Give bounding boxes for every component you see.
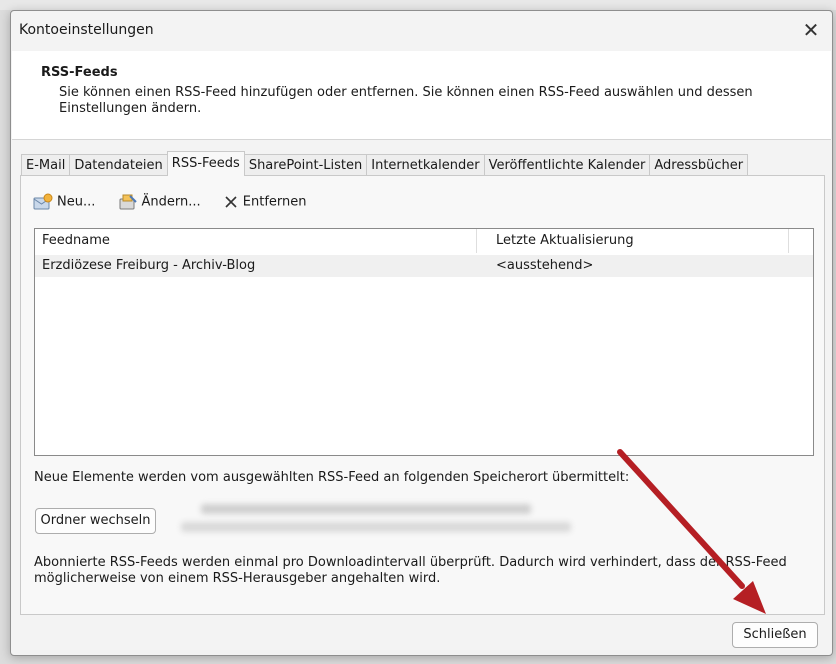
delivery-location-text: Neue Elemente werden vom ausgewählten RS…	[34, 470, 630, 485]
feed-toolbar: Neu... Ändern... Entfernen	[33, 193, 325, 217]
remove-feed-label: Entfernen	[242, 194, 307, 210]
blurred-folder-path	[181, 498, 601, 542]
feedname-cell: Erzdiözese Freiburg - Archiv-Blog	[42, 258, 256, 273]
header-panel: RSS-Feeds Sie können einen RSS-Feed hinz…	[12, 51, 831, 140]
new-feed-icon	[33, 193, 53, 210]
new-feed-button[interactable]: Neu...	[33, 193, 95, 211]
tab-sharepoint-lists[interactable]: SharePoint-Listen	[243, 154, 368, 176]
column-header-last-update[interactable]: Letzte Aktualisierung	[478, 229, 789, 253]
rss-feeds-panel: Neu... Ändern... Entfernen Feedname Letz…	[20, 175, 825, 615]
background-window-strip	[0, 0, 836, 10]
edit-feed-button[interactable]: Ändern...	[118, 193, 201, 211]
close-button[interactable]: Schließen	[732, 622, 818, 648]
table-row[interactable]: Erzdiözese Freiburg - Archiv-Blog <ausst…	[35, 255, 813, 277]
edit-feed-icon	[119, 194, 137, 210]
account-settings-dialog: Kontoeinstellungen ✕ RSS-Feeds Sie könne…	[10, 10, 833, 656]
tab-data-files[interactable]: Datendateien	[69, 154, 168, 176]
remove-feed-button[interactable]: Entfernen	[223, 194, 307, 210]
dialog-title: Kontoeinstellungen	[19, 22, 154, 38]
dialog-titlebar: Kontoeinstellungen ✕	[11, 11, 832, 51]
change-folder-button[interactable]: Ordner wechseln	[35, 508, 156, 534]
feed-list-header: Feedname Letzte Aktualisierung	[35, 229, 813, 253]
edit-feed-label: Ändern...	[141, 194, 201, 210]
remove-icon	[225, 196, 237, 208]
section-title: RSS-Feeds	[41, 65, 118, 80]
tab-internet-calendars[interactable]: Internetkalender	[366, 154, 485, 176]
feed-list[interactable]: Feedname Letzte Aktualisierung Erzdiözes…	[34, 228, 814, 456]
last-update-cell: <ausstehend>	[496, 258, 594, 273]
tab-published-calendars[interactable]: Veröffentlichte Kalender	[483, 154, 651, 176]
section-description: Sie können einen RSS-Feed hinzufügen ode…	[59, 85, 753, 116]
tab-strip: E-Mail Datendateien RSS-Feeds SharePoint-Li…	[21, 151, 749, 176]
tab-address-books[interactable]: Adressbücher	[649, 154, 749, 176]
new-feed-label: Neu...	[57, 194, 96, 210]
tab-rss-feeds[interactable]: RSS-Feeds	[166, 151, 245, 176]
close-icon[interactable]: ✕	[796, 17, 826, 45]
interval-note-text: Abonnierte RSS-Feeds werden einmal pro D…	[34, 555, 787, 586]
column-header-feedname[interactable]: Feedname	[35, 229, 477, 253]
tab-email[interactable]: E-Mail	[21, 154, 71, 176]
